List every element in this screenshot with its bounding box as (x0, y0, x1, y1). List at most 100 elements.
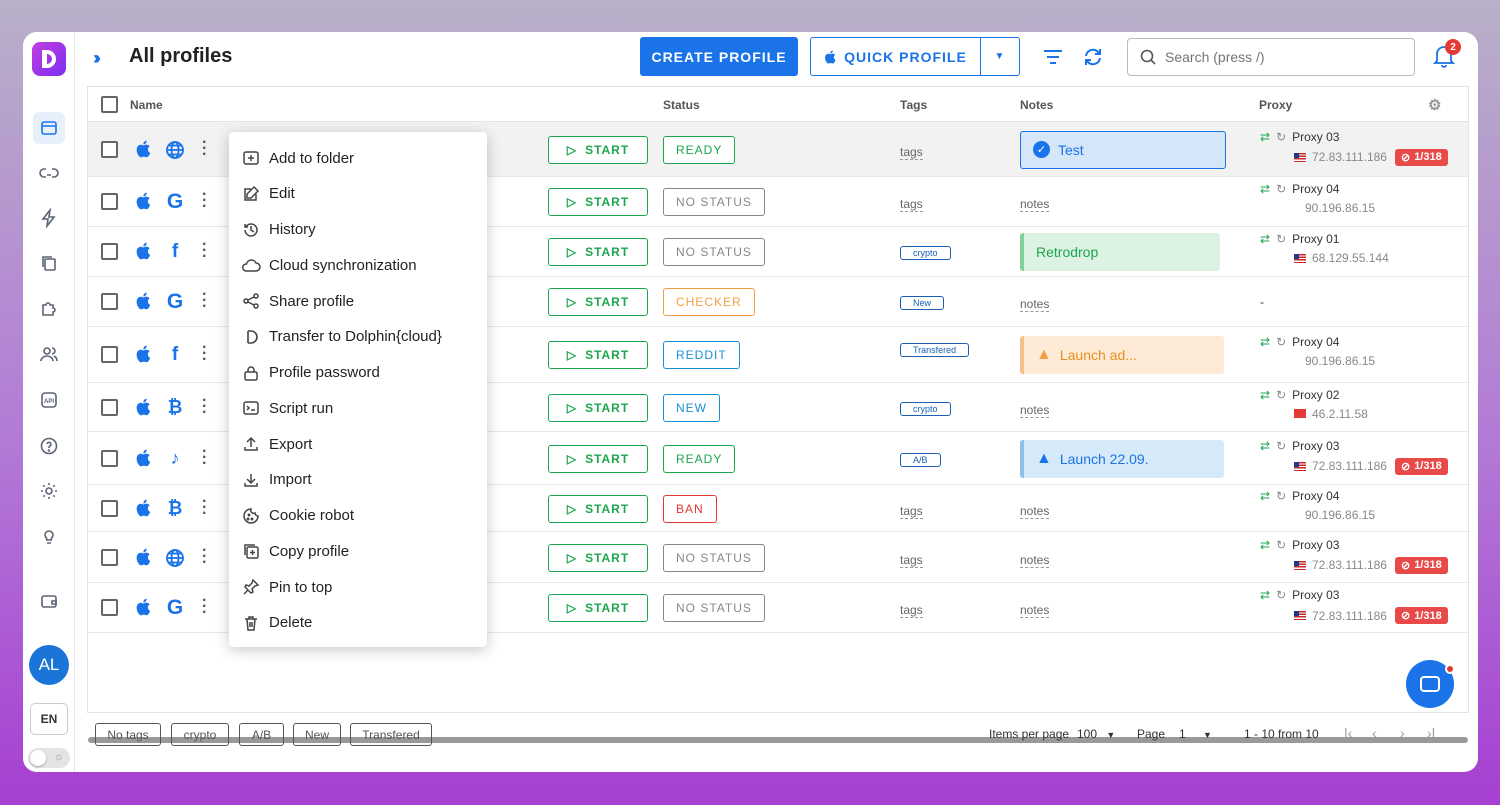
tags-link[interactable]: tags (900, 197, 923, 212)
row-checkbox[interactable] (101, 499, 118, 517)
swap-icon[interactable]: ⇄ (1260, 232, 1270, 246)
proxy-cell[interactable]: ⇄ ↻ Proxy 03 72.83.111.186 ⊘ 1/318 (1260, 439, 1448, 475)
notes-link[interactable]: notes (1020, 504, 1050, 519)
tag-chip[interactable]: crypto (900, 246, 951, 260)
notes-link[interactable]: notes (1020, 197, 1050, 212)
swap-icon[interactable]: ⇄ (1260, 538, 1270, 552)
notes-link[interactable]: notes (1020, 603, 1050, 618)
search-box[interactable] (1127, 38, 1415, 76)
prev-page-icon[interactable]: ‹ (1372, 725, 1377, 741)
refresh-icon[interactable]: ↻ (1276, 388, 1286, 402)
sidebar-item-tips[interactable] (33, 520, 65, 552)
refresh-icon[interactable] (1081, 45, 1105, 69)
proxy-cell[interactable]: ⇄ ↻ Proxy 02 46.2.11.58 (1260, 388, 1368, 421)
sidebar-item-extensions[interactable] (33, 292, 65, 324)
status-badge[interactable]: READY (663, 444, 736, 473)
status-badge[interactable]: NO STATUS (663, 594, 765, 622)
sidebar-item-links[interactable] (33, 157, 65, 189)
refresh-icon[interactable]: ↻ (1276, 182, 1286, 196)
quick-profile-button[interactable]: QUICK PROFILE ▼ (810, 37, 1020, 76)
start-button[interactable]: ▷ START (548, 238, 648, 266)
proxy-cell[interactable]: ⇄ ↻ Proxy 03 72.83.111.186 ⊘ 1/318 (1260, 130, 1448, 166)
col-notes[interactable]: Notes (1020, 98, 1053, 112)
row-menu-icon[interactable]: · · · (202, 287, 207, 315)
note-card[interactable]: ▲ Launch ad... (1020, 336, 1224, 374)
proxy-cell[interactable]: ⇄ ↻ Proxy 03 72.83.111.186 ⊘ 1/318 (1260, 538, 1448, 574)
avatar[interactable]: AL (29, 645, 69, 685)
swap-icon[interactable]: ⇄ (1260, 489, 1270, 503)
menu-item-cookie-robot[interactable]: Cookie robot (229, 499, 487, 533)
tags-link[interactable]: tags (900, 603, 923, 618)
start-button[interactable]: ▷ START (548, 543, 648, 572)
status-badge[interactable]: NEW (663, 393, 720, 422)
tag-chip[interactable]: crypto (900, 401, 951, 416)
refresh-icon[interactable]: ↻ (1276, 232, 1286, 246)
menu-item-history[interactable]: History (229, 213, 487, 247)
swap-icon[interactable]: ⇄ (1260, 182, 1270, 196)
menu-item-export[interactable]: Export (229, 427, 487, 461)
refresh-icon[interactable]: ↻ (1276, 439, 1286, 453)
proxy-cell[interactable]: ⇄ ↻ Proxy 04 90.196.86.15 (1260, 489, 1375, 522)
row-menu-icon[interactable]: · · · (202, 134, 207, 162)
status-badge[interactable]: READY (663, 135, 736, 164)
column-settings-icon[interactable]: ⚙ (1428, 96, 1441, 114)
dolphin-logo[interactable] (32, 42, 66, 76)
filter-icon[interactable] (1041, 45, 1065, 69)
proxy-cell[interactable]: ⇄ ↻ Proxy 03 72.83.111.186 ⊘ 1/318 (1260, 588, 1448, 624)
select-all-checkbox[interactable] (101, 96, 118, 113)
status-badge[interactable]: NO STATUS (663, 238, 765, 266)
proxy-cell[interactable]: ⇄ ↻ Proxy 04 90.196.86.15 (1260, 182, 1375, 215)
col-name[interactable]: Name (130, 98, 163, 112)
row-checkbox[interactable] (101, 140, 118, 158)
row-menu-icon[interactable]: · · · (202, 392, 207, 420)
note-card[interactable]: ▲ Launch 22.09. (1020, 439, 1224, 478)
note-card[interactable]: ✓ Test (1020, 130, 1226, 169)
start-button[interactable]: ▷ START (548, 288, 648, 316)
start-button[interactable]: ▷ START (548, 341, 648, 369)
proxy-cell[interactable]: ⇄ ↻ Proxy 01 68.129.55.144 (1260, 232, 1389, 265)
row-menu-icon[interactable]: · · · (202, 187, 207, 215)
row-menu-icon[interactable]: · · · (202, 237, 207, 265)
search-input[interactable] (1165, 49, 1385, 65)
tag-filter-transfered[interactable]: Transfered (350, 723, 432, 746)
notes-link[interactable]: notes (1020, 403, 1050, 418)
start-button[interactable]: ▷ START (548, 444, 648, 473)
start-button[interactable]: ▷ START (548, 188, 648, 216)
row-menu-icon[interactable]: · · · (202, 493, 207, 521)
status-badge[interactable]: CHECKER (663, 288, 755, 316)
tags-link[interactable]: tags (900, 553, 923, 568)
notes-link[interactable]: notes (1020, 553, 1050, 568)
menu-item-edit[interactable]: Edit (229, 177, 487, 211)
status-badge[interactable]: NO STATUS (663, 543, 765, 572)
menu-item-import[interactable]: Import (229, 463, 487, 497)
row-menu-icon[interactable]: · · · (202, 593, 207, 621)
row-checkbox[interactable] (101, 193, 118, 210)
refresh-icon[interactable]: ↻ (1276, 130, 1286, 144)
menu-item-cloud-synchronization[interactable]: Cloud synchronization (229, 248, 487, 282)
sidebar-item-wallet[interactable] (33, 585, 65, 617)
col-tags[interactable]: Tags (900, 98, 927, 112)
refresh-icon[interactable]: ↻ (1276, 335, 1286, 349)
sidebar-item-automation[interactable] (33, 202, 65, 234)
sidebar-item-browser-profiles[interactable] (33, 112, 65, 144)
notes-link[interactable]: notes (1020, 297, 1050, 312)
start-button[interactable]: ▷ START (548, 594, 648, 622)
start-button[interactable]: ▷ START (548, 135, 648, 164)
swap-icon[interactable]: ⇄ (1260, 439, 1270, 453)
col-status[interactable]: Status (663, 98, 700, 112)
row-checkbox[interactable] (101, 398, 118, 416)
swap-icon[interactable]: ⇄ (1260, 588, 1270, 602)
col-proxy[interactable]: Proxy (1259, 98, 1292, 112)
row-checkbox[interactable] (101, 243, 118, 260)
note-card[interactable]: Retrodrop (1020, 233, 1220, 271)
refresh-icon[interactable]: ↻ (1276, 538, 1286, 552)
create-profile-button[interactable]: CREATE PROFILE (640, 37, 798, 76)
menu-item-copy-profile[interactable]: Copy profile (229, 534, 487, 568)
items-per-page-select[interactable]: 100 ▼ (1077, 727, 1115, 741)
refresh-icon[interactable]: ↻ (1276, 588, 1286, 602)
language-switch[interactable]: EN (30, 703, 68, 735)
row-checkbox[interactable] (101, 548, 118, 566)
tags-link[interactable]: tags (900, 504, 923, 519)
row-checkbox[interactable] (101, 449, 118, 467)
tags-link[interactable]: tags (900, 145, 923, 160)
